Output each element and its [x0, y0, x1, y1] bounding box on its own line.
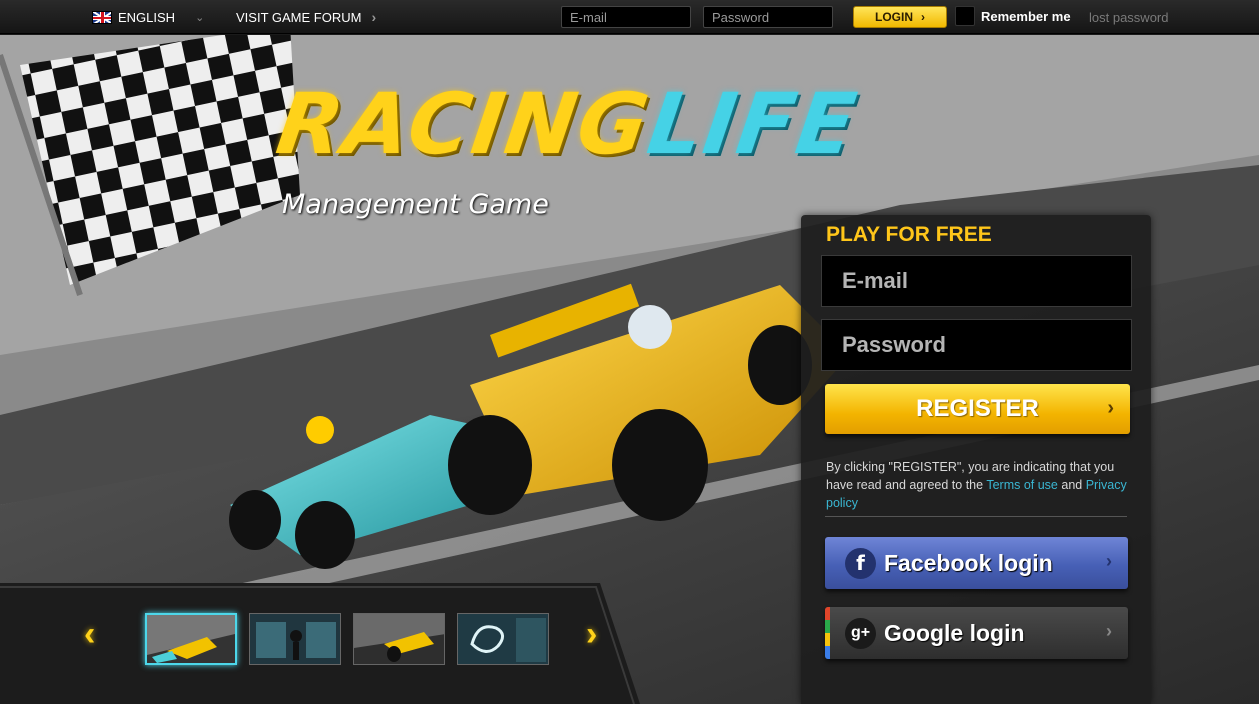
lost-password-link[interactable]: lost password — [1089, 10, 1168, 25]
login-button[interactable]: LOGIN › — [853, 6, 947, 28]
register-email-input[interactable] — [821, 255, 1132, 307]
hero-background: RACINGLIFE Management Game ‹ › PLAY FOR … — [0, 35, 1259, 704]
carousel-prev-arrow-icon[interactable]: ‹ — [84, 615, 95, 654]
carousel-thumbnail-4[interactable] — [457, 613, 549, 665]
facebook-login-button[interactable]: f Facebook login › — [825, 537, 1128, 589]
game-subtitle: Management Game — [282, 189, 549, 220]
chevron-right-icon: › — [371, 9, 377, 25]
top-password-input[interactable] — [703, 6, 833, 28]
divider — [825, 516, 1127, 517]
register-panel: PLAY FOR FREE REGISTER › By clicking "RE… — [801, 215, 1151, 704]
chevron-right-icon: › — [1106, 621, 1112, 641]
terms-notice: By clicking "REGISTER", you are indicati… — [826, 458, 1131, 512]
register-button[interactable]: REGISTER › — [825, 384, 1130, 434]
thumbnail-driver-image — [250, 614, 340, 664]
remember-me-checkbox[interactable] — [955, 6, 975, 26]
google-login-label: Google login — [884, 619, 1025, 646]
google-plus-icon: g+ — [845, 617, 876, 649]
forum-link-label: VISIT GAME FORUM — [236, 9, 362, 25]
remember-me: Remember me — [955, 6, 1071, 26]
language-label: ENGLISH — [118, 9, 176, 25]
register-password-input[interactable] — [821, 319, 1132, 371]
terms-and-text: and — [1061, 478, 1083, 492]
login-button-label: LOGIN — [875, 10, 913, 24]
carousel-next-arrow-icon[interactable]: › — [586, 615, 597, 654]
panel-title: PLAY FOR FREE — [826, 223, 992, 246]
carousel-thumbnail-3[interactable] — [353, 613, 445, 665]
facebook-login-label: Facebook login — [884, 549, 1053, 576]
top-bar: ENGLISH ⌄ VISIT GAME FORUM › LOGIN › Rem… — [0, 0, 1259, 34]
facebook-icon: f — [845, 547, 876, 579]
chevron-right-icon: › — [921, 10, 925, 24]
thumbnail-cars-image — [354, 614, 444, 664]
carousel-thumbnail-1[interactable] — [145, 613, 237, 665]
chevron-right-icon: › — [1106, 551, 1112, 571]
thumbnail-race-image — [147, 615, 235, 663]
logo-racing-text: RACING — [271, 75, 657, 173]
top-email-input[interactable] — [561, 6, 691, 28]
visit-forum-link[interactable]: VISIT GAME FORUM › — [236, 9, 376, 25]
thumbnail-track-map-image — [458, 614, 548, 664]
terms-of-use-link[interactable]: Terms of use — [986, 478, 1058, 492]
chevron-right-icon: › — [1107, 397, 1114, 419]
carousel-thumbnail-2[interactable] — [249, 613, 341, 665]
google-color-stripe — [825, 607, 830, 659]
remember-me-label: Remember me — [981, 8, 1071, 24]
google-login-button[interactable]: g+ Google login › — [825, 607, 1128, 659]
register-button-label: REGISTER — [916, 395, 1039, 422]
logo-life-text: LIFE — [642, 75, 864, 173]
uk-flag-icon — [92, 10, 112, 24]
chevron-down-icon: ⌄ — [195, 11, 205, 24]
language-selector[interactable]: ENGLISH ⌄ — [92, 9, 204, 25]
racing-life-logo: RACINGLIFE — [271, 75, 864, 173]
